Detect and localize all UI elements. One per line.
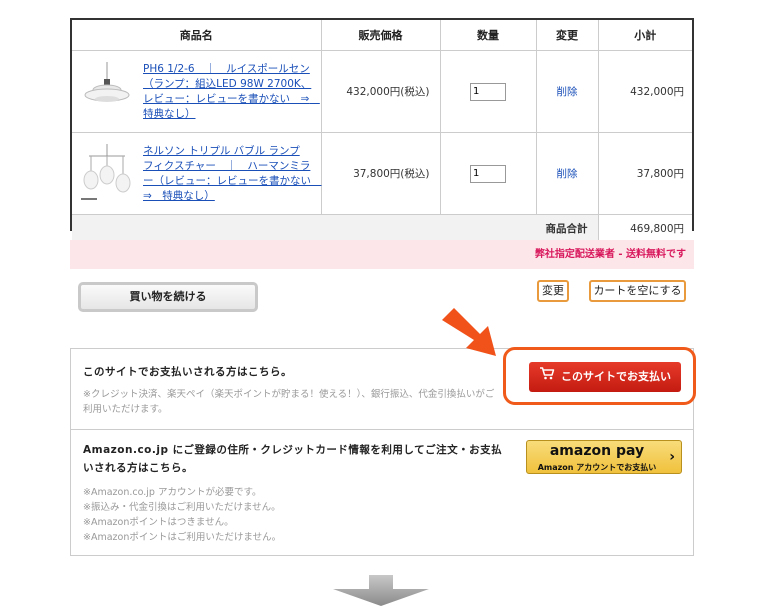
quantity-input[interactable] xyxy=(470,164,506,183)
delete-link[interactable]: 削除 xyxy=(557,86,578,98)
header-quantity: 数量 xyxy=(440,20,537,51)
site-payment-note: 利用いただけます。 xyxy=(83,404,168,415)
product-image-bubble-lamp[interactable] xyxy=(79,143,135,204)
delete-link[interactable]: 削除 xyxy=(557,168,578,180)
down-arrow-icon xyxy=(333,575,429,606)
product-price: 432,000円(税込) xyxy=(321,50,441,133)
shipping-notice: 弊社指定配送業者 - 送料無料です xyxy=(70,240,694,269)
total-row: 商品合計 469,800円 xyxy=(72,214,692,241)
amazon-payment-heading: Amazon.co.jp にご登録の住所・クレジットカード情報を利用してご注文・… xyxy=(83,444,503,456)
update-cart-button[interactable]: 変更 xyxy=(537,280,569,302)
item-subtotal: 432,000円 xyxy=(598,50,692,133)
site-payment-note: ※クレジット決済、楽天ペイ（楽天ポイントが貯まる！使える！）、銀行振込、代金引換… xyxy=(83,389,495,400)
header-price: 販売価格 xyxy=(321,20,441,51)
product-link[interactable]: ネルソン トリプル バブル ランプ フィクスチャー ｜ ハーマンミラー（レビュー… xyxy=(143,144,322,204)
amazon-payment-heading: いされる方はこちら。 xyxy=(83,462,193,474)
pointer-arrow-icon xyxy=(440,300,510,362)
continue-shopping-button[interactable]: 買い物を続ける xyxy=(78,282,258,312)
cart-icon xyxy=(539,362,555,392)
amazon-pay-sublabel: Amazon アカウントでお支払い xyxy=(537,463,657,472)
header-subtotal: 小計 xyxy=(598,20,692,51)
product-link[interactable]: PH6 1/2-6 ｜ ルイスポールセン（ランプ：組込LED 98W 2700K… xyxy=(143,62,320,122)
product-price: 37,800円(税込) xyxy=(321,132,441,215)
amazon-note: ※振込み・代金引換はご利用いただけません。 xyxy=(83,502,281,513)
amazon-note: ※Amazonポイントはご利用いただけません。 xyxy=(83,532,282,543)
amazon-pay-button[interactable]: amazon pay Amazon アカウントでお支払い › xyxy=(526,440,682,474)
table-row: PH6 1/2-6 ｜ ルイスポールセン（ランプ：組込LED 98W 2700K… xyxy=(72,50,692,133)
total-value: 469,800円 xyxy=(598,214,692,241)
total-label: 商品合計 xyxy=(72,214,599,241)
quantity-input[interactable] xyxy=(470,82,506,101)
site-payment-heading: このサイトでお支払いされる方はこちら。 xyxy=(83,366,292,378)
amazon-note: ※Amazonポイントはつきません。 xyxy=(83,517,234,528)
site-pay-button-label: このサイトでお支払い xyxy=(561,370,671,383)
site-pay-button[interactable]: このサイトでお支払い xyxy=(529,362,681,392)
empty-cart-button[interactable]: カートを空にする xyxy=(589,280,686,302)
chevron-right-icon: › xyxy=(669,449,675,465)
header-product-name: 商品名 xyxy=(72,20,322,51)
cart-table: 商品名 販売価格 数量 変更 小計 PH6 1/2-6 ｜ ルイスポールセン（ラ… xyxy=(70,18,694,241)
amazon-note: ※Amazon.co.jp アカウントが必要です。 xyxy=(83,487,262,498)
cart-header-row: 商品名 販売価格 数量 変更 小計 xyxy=(72,20,692,51)
product-image-pendant-lamp[interactable] xyxy=(79,61,135,122)
table-row: ネルソン トリプル バブル ランプ フィクスチャー ｜ ハーマンミラー（レビュー… xyxy=(72,132,692,215)
header-change: 変更 xyxy=(536,20,599,51)
amazon-pay-logo: amazon pay xyxy=(549,443,645,459)
item-subtotal: 37,800円 xyxy=(598,132,692,215)
